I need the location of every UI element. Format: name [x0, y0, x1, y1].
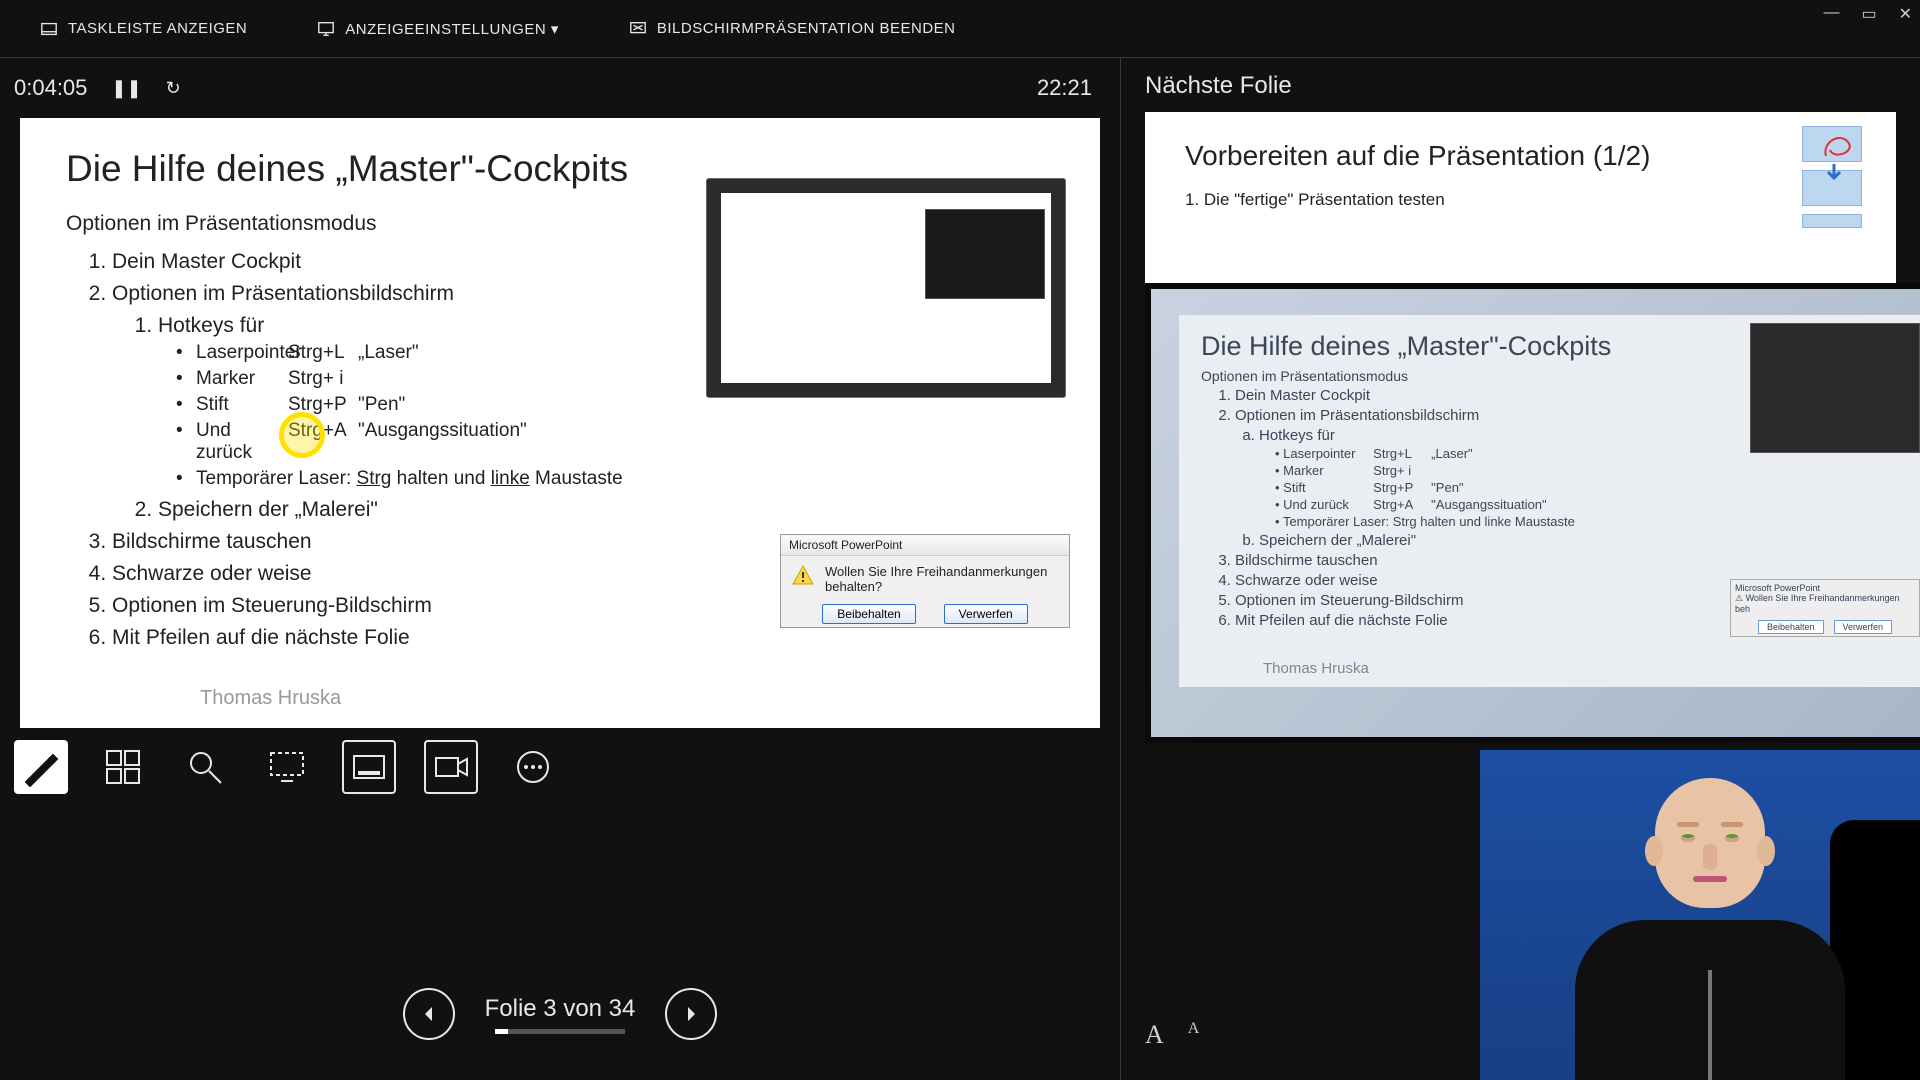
- prev-slide-button[interactable]: [403, 988, 455, 1040]
- dialog-message: Wollen Sie Ihre Freihandanmerkungen beha…: [825, 564, 1059, 594]
- hotkey-row: • Und zurückStrg+A"Ausgangssituation": [1275, 497, 1898, 512]
- decorative-shapes: [1790, 126, 1874, 226]
- elapsed-time: 0:04:05: [14, 75, 87, 101]
- warning-icon: [791, 564, 815, 588]
- increase-font-button[interactable]: A: [1145, 1020, 1164, 1050]
- display-settings-button[interactable]: ANZEIGEEINSTELLUNGEN ▾: [317, 20, 559, 38]
- slide-grid-button[interactable]: [96, 740, 150, 794]
- hotkey-row: • StiftStrg+P"Pen": [1275, 480, 1898, 495]
- presenter-topbar: TASKLEISTE ANZEIGEN ANZEIGEEINSTELLUNGEN…: [0, 0, 1920, 58]
- end-slideshow-label: BILDSCHIRMPRÄSENTATION BEENDEN: [657, 20, 956, 37]
- subtitle-button[interactable]: [342, 740, 396, 794]
- monitor-author: Thomas Hruska: [1263, 660, 1369, 677]
- laser-pointer-highlight: [279, 412, 325, 458]
- monitor-icon: [317, 20, 335, 38]
- discard-button: Verwerfen: [944, 604, 1028, 624]
- zoom-button[interactable]: [178, 740, 232, 794]
- list-item: Speichern der „Malerei": [158, 498, 1054, 522]
- pen-icon: [21, 747, 61, 787]
- show-taskbar-label: TASKLEISTE ANZEIGEN: [68, 20, 247, 37]
- next-slide-button[interactable]: [665, 988, 717, 1040]
- decrease-font-button[interactable]: A: [1188, 1020, 1200, 1050]
- reset-timer-button[interactable]: ↻: [166, 78, 181, 99]
- keep-button: Beibehalten: [822, 604, 915, 624]
- current-slide[interactable]: Die Hilfe deines „Master"-Cockpits Optio…: [20, 118, 1100, 728]
- pause-timer-button[interactable]: ❚❚: [111, 78, 141, 99]
- webcam-feed[interactable]: [1480, 750, 1920, 1080]
- camera-icon: [431, 747, 471, 787]
- more-tools-button[interactable]: [506, 740, 560, 794]
- physical-monitor-photo: Die Hilfe deines „Master"-Cockpits Optio…: [1145, 283, 1920, 743]
- slide-counter: Folie 3 von 34: [485, 995, 636, 1023]
- monitor-embedded-dialog: Microsoft PowerPoint ⚠ Wollen Sie Ihre F…: [1730, 579, 1920, 637]
- chevron-left-icon: [419, 1004, 439, 1024]
- list-item: Bildschirme tauschen: [1235, 552, 1898, 569]
- monitor-embedded-screenshot: [1750, 323, 1920, 453]
- hotkey-row: • MarkerStrg+ i: [1275, 463, 1898, 478]
- display-settings-label: ANZEIGEEINSTELLUNGEN ▾: [345, 20, 559, 38]
- chevron-right-icon: [681, 1004, 701, 1024]
- minimize-button[interactable]: —: [1823, 4, 1839, 24]
- slide-author: Thomas Hruska: [200, 687, 341, 710]
- pen-tool-button[interactable]: [14, 740, 68, 794]
- end-slideshow-button[interactable]: BILDSCHIRMPRÄSENTATION BEENDEN: [629, 20, 956, 38]
- subtitle-icon: [349, 747, 389, 787]
- ellipsis-icon: [513, 747, 553, 787]
- camera-button[interactable]: [424, 740, 478, 794]
- show-taskbar-button[interactable]: TASKLEISTE ANZEIGEN: [40, 20, 247, 38]
- presenter-tools: [0, 728, 1120, 806]
- hotkey-row: Temporärer Laser: Strg halten und linke …: [176, 468, 1054, 490]
- maximize-button[interactable]: ▭: [1861, 4, 1876, 24]
- hotkey-row: • Temporärer Laser: Strg halten und link…: [1275, 514, 1898, 529]
- close-button[interactable]: ✕: [1899, 4, 1912, 24]
- slide-progress: [495, 1029, 625, 1034]
- dialog-title: Microsoft PowerPoint: [781, 535, 1069, 556]
- list-item: Speichern der „Malerei": [1259, 532, 1898, 549]
- next-slide-line: 1. Die "fertige" Präsentation testen: [1185, 190, 1856, 210]
- embedded-dialog: Microsoft PowerPoint Wollen Sie Ihre Fre…: [780, 534, 1070, 628]
- wall-clock: 22:21: [1037, 75, 1092, 101]
- embedded-screenshot: [706, 178, 1066, 398]
- screen-off-icon: [267, 747, 307, 787]
- black-screen-button[interactable]: [260, 740, 314, 794]
- grid-icon: [103, 747, 143, 787]
- taskbar-icon: [40, 20, 58, 38]
- next-slide-title: Vorbereiten auf die Präsentation (1/2): [1185, 140, 1856, 172]
- end-show-icon: [629, 20, 647, 38]
- magnifier-icon: [185, 747, 225, 787]
- next-slide-heading: Nächste Folie: [1121, 72, 1920, 112]
- slide-nav: Folie 3 von 34: [0, 988, 1120, 1040]
